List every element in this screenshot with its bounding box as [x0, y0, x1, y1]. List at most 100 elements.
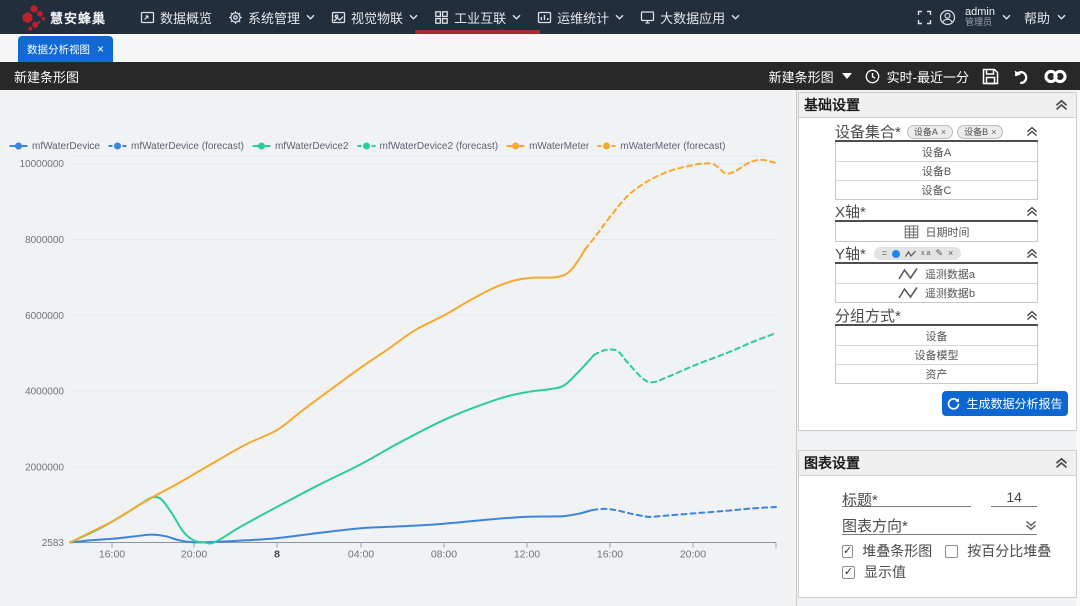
user-avatar-icon[interactable] [939, 9, 956, 26]
caret-down-icon [842, 73, 852, 79]
tab-close-icon[interactable]: × [97, 44, 104, 54]
field-label: Y轴* [835, 243, 866, 264]
x-tick-label: 20:00 [680, 549, 706, 561]
device-option[interactable]: 设备B [836, 161, 1037, 180]
undo-icon[interactable] [1012, 69, 1030, 84]
group-option[interactable]: 设备 [836, 326, 1037, 345]
app-root: 慧安蜂巢 数据概览 系统管理 视觉物联 [0, 0, 1080, 606]
navbar-right: admin 管理员 帮助 [917, 7, 1066, 27]
gear-icon [228, 10, 243, 25]
brand-name: 慧安蜂巢 [50, 8, 106, 27]
x-tick-label: 04:00 [348, 549, 374, 561]
x-axis-option[interactable]: 日期时间 [836, 222, 1037, 241]
nav-item-data-overview[interactable]: 数据概览 [132, 0, 220, 34]
group-by-options: 设备 设备模型 资产 [835, 326, 1038, 384]
y-axis-style-pill[interactable]: = x a ✎ × [874, 247, 961, 260]
series-mfWaterDevice [70, 510, 592, 543]
nav-item-vision-iot[interactable]: 视觉物联 [323, 0, 426, 34]
chevron-down-icon [306, 14, 315, 20]
chevron-down-icon[interactable] [1002, 14, 1011, 20]
show-values-checkbox[interactable]: ✓ [842, 566, 855, 579]
group-option[interactable]: 资产 [836, 364, 1037, 383]
y-axis-option[interactable]: 遥测数据b [836, 283, 1037, 302]
nav-item-industrial-interconnect[interactable]: 工业互联 [426, 0, 529, 34]
series-mfWaterDevice-forecast- [592, 507, 776, 517]
chart-settings-body: 标题* 14 图表方向* ✓ 堆叠条形图 按百分比 [799, 489, 1076, 580]
close-icon[interactable]: × [948, 249, 953, 258]
settings-panel: 基础设置 设备集合* 设备A× 设备B× [796, 90, 1080, 606]
line-style-icon [905, 250, 916, 258]
double-chevron-down-icon [1025, 520, 1037, 531]
generate-report-button[interactable]: 生成数据分析报告 [942, 391, 1068, 416]
nav-item-bigdata-apps[interactable]: 大数据应用 [632, 0, 748, 34]
device-option[interactable]: 设备A [836, 142, 1037, 161]
x-tick-label: 20:00 [181, 549, 207, 561]
remove-tag-icon[interactable]: × [991, 127, 996, 137]
dashboard-icon [140, 10, 155, 25]
save-icon[interactable] [982, 68, 999, 85]
chevron-down-icon [512, 14, 521, 20]
basic-settings-header[interactable]: 基础设置 [799, 93, 1076, 118]
generate-report-label: 生成数据分析报告 [966, 395, 1062, 412]
top-navbar: 慧安蜂巢 数据概览 系统管理 视觉物联 [0, 0, 1080, 34]
stats-icon [537, 10, 552, 25]
device-tag[interactable]: 设备A× [907, 125, 953, 139]
title-font-size-input[interactable]: 14 [991, 489, 1037, 507]
collapse-up-icon[interactable] [1055, 99, 1068, 111]
basic-settings-body: 设备集合* 设备A× 设备B× 设备A 设备B 设备C [799, 123, 1076, 384]
group-option[interactable]: 设备模型 [836, 345, 1037, 364]
view-toolbar: 新建条形图 新建条形图 实时-最近一分 [0, 62, 1080, 90]
collapse-up-icon[interactable] [1026, 126, 1038, 137]
equals-icon: = [882, 249, 887, 258]
nav-item-system-management[interactable]: 系统管理 [220, 0, 323, 34]
chart-title-input[interactable]: 标题* [842, 489, 971, 507]
group-by-field: 分组方式* 设备 设备模型 资产 [835, 307, 1038, 384]
help-menu[interactable]: 帮助 [1024, 8, 1050, 27]
chart-type-dropdown[interactable]: 新建条形图 [769, 67, 852, 86]
percent-stack-checkbox[interactable] [945, 545, 958, 558]
toolbar-actions: 新建条形图 实时-最近一分 [769, 67, 1068, 86]
collapse-up-icon[interactable] [1026, 248, 1038, 259]
checkbox-label: 按百分比堆叠 [967, 541, 1051, 561]
device-option[interactable]: 设备C [836, 180, 1037, 199]
line-chart-canvas[interactable]: 2583200000040000006000000800000010000000… [0, 90, 796, 606]
device-options: 设备A 设备B 设备C [835, 142, 1038, 200]
collapse-up-icon[interactable] [1026, 310, 1038, 321]
device-tag[interactable]: 设备B× [957, 125, 1003, 139]
fullscreen-icon[interactable] [917, 10, 932, 25]
collapse-up-icon[interactable] [1026, 206, 1038, 217]
section-title: 基础设置 [804, 95, 860, 115]
stacked-bar-checkbox[interactable]: ✓ [842, 545, 853, 558]
field-label: X轴* [835, 201, 866, 222]
y-tick-label: 8000000 [25, 235, 64, 246]
analysis-chart[interactable]: mfWaterDevicemfWaterDevice (forecast)mfW… [0, 90, 796, 606]
y-tick-label: 10000000 [20, 159, 65, 170]
axis-label-icon: x a [921, 249, 930, 258]
y-axis-option[interactable]: 遥测数据a [836, 264, 1037, 283]
x-tick-label: 8 [274, 549, 280, 561]
collapse-up-icon[interactable] [1055, 457, 1068, 469]
tab-data-analysis-view[interactable]: 数据分析视图 × [18, 36, 113, 62]
title-input-row: 标题* 14 [842, 489, 1037, 507]
time-range-selector[interactable]: 实时-最近一分 [865, 67, 969, 86]
chevron-down-icon [409, 14, 418, 20]
x-axis-field: X轴* 日期时间 [835, 203, 1038, 242]
nav-item-ops-statistics[interactable]: 运维统计 [529, 0, 632, 34]
y-tick-label: 6000000 [25, 311, 64, 322]
chevron-down-icon [731, 14, 740, 20]
chart-settings-header[interactable]: 图表设置 [799, 451, 1076, 476]
tab-bar: 数据分析视图 × [0, 34, 1080, 62]
brand[interactable]: 慧安蜂巢 [14, 2, 106, 32]
user-info[interactable]: admin 管理员 [965, 7, 995, 27]
y-axis-options: 遥测数据a 遥测数据b [835, 264, 1038, 303]
link-icon[interactable] [1043, 69, 1068, 84]
chart-direction-select[interactable]: 图表方向* [842, 516, 1037, 535]
section-title: 图表设置 [804, 453, 860, 473]
checkbox-label: 堆叠条形图 [862, 541, 932, 561]
remove-tag-icon[interactable]: × [941, 127, 946, 137]
nav-item-label: 系统管理 [248, 8, 300, 27]
user-role: 管理员 [965, 17, 995, 27]
clock-icon [865, 69, 880, 84]
telemetry-line-icon [898, 286, 918, 300]
chevron-down-icon[interactable] [1057, 14, 1066, 20]
